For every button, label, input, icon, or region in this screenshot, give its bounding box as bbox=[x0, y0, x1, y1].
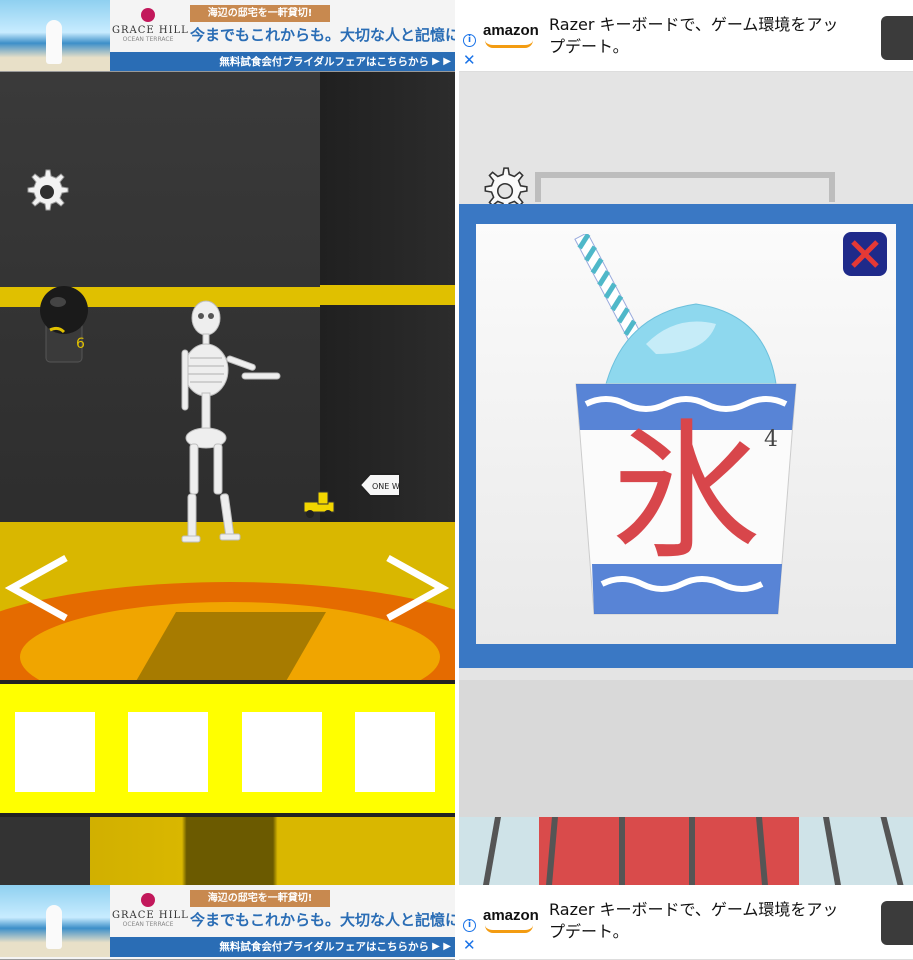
game-screen: GRACE HILL OCEAN TERRACE 海辺の邸宅を一軒貸切! 今まで… bbox=[0, 0, 913, 960]
ad-cta[interactable]: 無料試食会付ブライダルフェアはこちらから ▶ ▶ bbox=[110, 52, 455, 71]
ad-tag: 海辺の邸宅を一軒貸切! bbox=[190, 5, 330, 22]
skeleton[interactable] bbox=[176, 298, 286, 548]
bottom-amazon-ad[interactable]: i ✕ amazon Razer キーボードで、ゲーム環境をアップデート。 bbox=[459, 885, 913, 960]
one-way-sign[interactable]: ONE WAY bbox=[360, 472, 400, 498]
tiled-floor bbox=[459, 817, 913, 885]
play-arrow-icon: ▶ ▶ bbox=[432, 941, 451, 952]
amazon-smile-icon bbox=[485, 925, 533, 933]
toy-truck[interactable] bbox=[300, 490, 340, 520]
ad-headline: 今までもこれからも。大切な人と記憶に残 bbox=[190, 911, 455, 929]
amazon-logo: amazon bbox=[483, 907, 539, 924]
wall-stripe-side bbox=[320, 285, 455, 305]
kanji-ice: 氷 bbox=[611, 406, 761, 580]
right-game-view: i ✕ amazon Razer キーボードで、ゲーム環境をアップデート。 氷 … bbox=[459, 0, 913, 960]
ad-tag: 海辺の邸宅を一軒貸切! bbox=[190, 890, 330, 907]
flower-icon bbox=[141, 893, 155, 907]
ad-logo: GRACE HILL OCEAN TERRACE bbox=[112, 8, 188, 48]
inventory-slot-1[interactable] bbox=[15, 712, 95, 792]
item-view: 氷 4 bbox=[476, 224, 896, 644]
bottom-banner-ad[interactable]: GRACE HILL OCEAN TERRACE 海辺の邸宅を一軒貸切! 今まで… bbox=[0, 885, 455, 960]
info-icon[interactable]: i bbox=[463, 919, 476, 932]
close-ad-icon[interactable]: ✕ bbox=[463, 937, 476, 953]
ad-text: Razer キーボードで、ゲーム環境をアップデート。 bbox=[549, 900, 839, 941]
settings-gear-icon[interactable] bbox=[20, 166, 72, 218]
ad-open-button[interactable] bbox=[881, 16, 913, 60]
ad-headline: 今までもこれからも。大切な人と記憶に残 bbox=[190, 26, 455, 44]
ad-logo: GRACE HILL OCEAN TERRACE bbox=[112, 893, 188, 933]
top-banner-ad[interactable]: GRACE HILL OCEAN TERRACE 海辺の邸宅を一軒貸切! 今まで… bbox=[0, 0, 455, 72]
close-ad-icon[interactable]: ✕ bbox=[463, 52, 476, 68]
cup-number: 4 bbox=[764, 427, 778, 452]
ad-open-button[interactable] bbox=[881, 901, 913, 945]
ad-photo bbox=[0, 885, 110, 957]
ad-text: Razer キーボードで、ゲーム環境をアップデート。 bbox=[549, 15, 839, 56]
info-icon[interactable]: i bbox=[463, 34, 476, 47]
ad-cta[interactable]: 無料試食会付ブライダルフェアはこちらから ▶ ▶ bbox=[110, 937, 455, 957]
shelf bbox=[535, 172, 835, 202]
play-arrow-icon: ▶ ▶ bbox=[432, 56, 451, 67]
item-zoom-modal: 氷 4 bbox=[459, 204, 913, 668]
lower-floor bbox=[0, 817, 455, 885]
shaved-ice-cup[interactable]: 氷 4 bbox=[546, 234, 836, 634]
helmet-number: 6 bbox=[76, 336, 85, 352]
flower-icon bbox=[141, 8, 155, 22]
amazon-logo: amazon bbox=[483, 22, 539, 39]
ad-photo bbox=[0, 0, 110, 71]
room-scene[interactable]: 6 ONE W bbox=[0, 72, 455, 680]
inventory-slot-2[interactable] bbox=[128, 712, 208, 792]
inventory-slot-4[interactable] bbox=[355, 712, 435, 792]
left-arrow-icon[interactable] bbox=[2, 552, 74, 624]
amazon-smile-icon bbox=[485, 40, 533, 48]
helmet-icon[interactable]: 6 bbox=[38, 284, 90, 364]
svg-text:ONE WAY: ONE WAY bbox=[372, 482, 400, 491]
left-game-view: GRACE HILL OCEAN TERRACE 海辺の邸宅を一軒貸切! 今まで… bbox=[0, 0, 455, 960]
inventory-slot-3[interactable] bbox=[242, 712, 322, 792]
right-arrow-icon[interactable] bbox=[380, 552, 452, 624]
room-scene-zoom: 氷 4 bbox=[459, 72, 913, 680]
inventory-bar bbox=[0, 680, 455, 817]
close-icon[interactable] bbox=[843, 232, 887, 276]
top-amazon-ad[interactable]: i ✕ amazon Razer キーボードで、ゲーム環境をアップデート。 bbox=[459, 0, 913, 72]
